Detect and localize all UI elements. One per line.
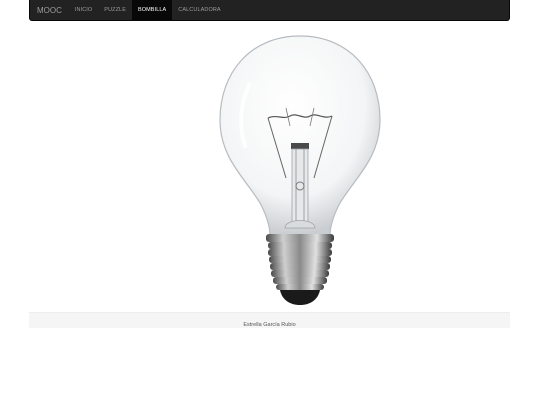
nav-item-puzzle[interactable]: PUZZLE <box>98 0 132 20</box>
footer: Estrella García Rubio <box>29 312 510 328</box>
nav-item-inicio[interactable]: INICIO <box>69 0 98 20</box>
footer-author: Estrella García Rubio <box>243 322 296 328</box>
light-bulb-image[interactable] <box>190 28 410 310</box>
nav-item-bombilla[interactable]: BOMBILLA <box>131 0 173 20</box>
nav-menu: INICIO PUZZLE BOMBILLA CALCULADORA <box>69 0 227 20</box>
light-bulb-icon <box>219 35 381 305</box>
brand-link[interactable]: MOOC <box>30 0 69 21</box>
top-navbar: MOOC INICIO PUZZLE BOMBILLA CALCULADORA <box>29 0 510 21</box>
nav-item-calculadora[interactable]: CALCULADORA <box>172 0 226 20</box>
